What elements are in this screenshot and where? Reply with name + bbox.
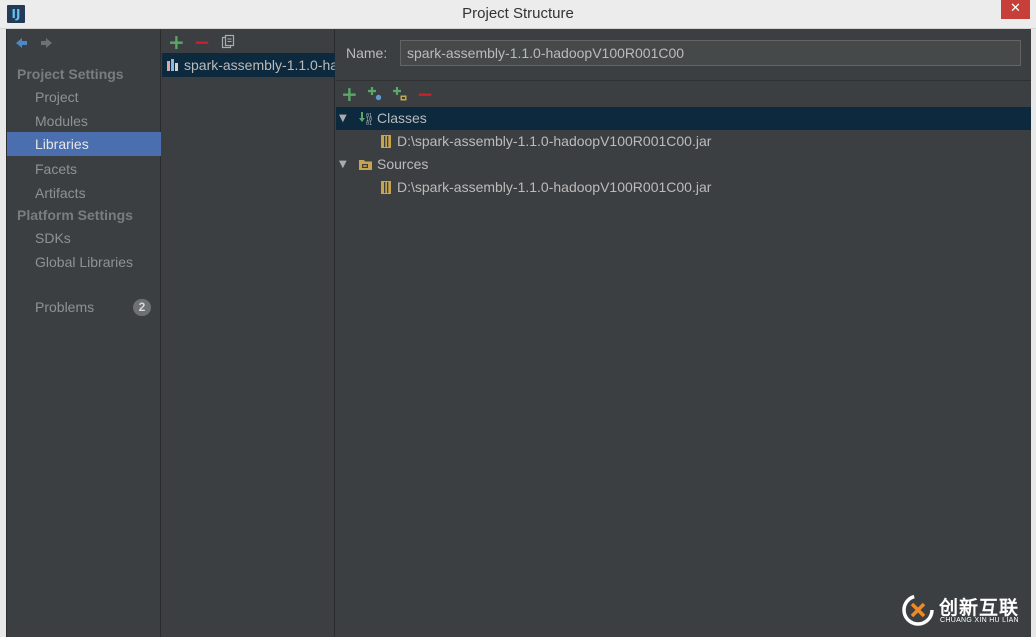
tree-node-classes-jar[interactable]: D:\spark-assembly-1.1.0-hadoopV100R001C0… [336,130,1031,153]
back-arrow-icon[interactable] [13,35,29,51]
sources-folder-icon [358,157,373,172]
add-root-button[interactable]: + [341,84,358,104]
library-detail-panel: Name: + − ▼ [336,29,1031,637]
window-title: Project Structure [462,5,574,22]
watermark-logo [902,594,934,626]
nav-item-modules[interactable]: Modules [7,109,161,133]
tree-node-sources-jar[interactable]: D:\spark-assembly-1.1.0-hadoopV100R001C0… [336,176,1031,199]
library-icon [167,59,178,71]
problems-count-badge: 2 [133,299,151,316]
library-list-panel: + − spark-assembly-1.1.0-hadoopV100R001C… [162,29,335,637]
jar-icon [379,134,394,149]
watermark-en: CHUANG XIN HU LIAN [940,617,1019,624]
add-jar-directory-icon[interactable] [392,86,408,102]
expand-triangle-icon[interactable]: ▼ [339,153,351,176]
add-library-button[interactable]: + [168,32,185,52]
remove-library-button[interactable]: − [194,32,211,52]
watermark-cn: 创新互联 [939,597,1020,619]
close-button[interactable]: ✕ [1001,0,1030,19]
name-field-label: Name: [346,45,388,61]
settings-nav: Project Settings Project Modules Librari… [7,29,161,637]
tree-node-sources-jar-label: D:\spark-assembly-1.1.0-hadoopV100R001C0… [397,179,712,195]
platform-settings-header: Platform Settings [17,207,133,223]
tree-node-classes-jar-label: D:\spark-assembly-1.1.0-hadoopV100R001C0… [397,133,712,149]
copy-library-icon[interactable] [220,34,236,50]
forward-arrow-icon[interactable] [39,35,55,51]
roots-toolbar: + − [341,84,434,104]
library-list-item-label: spark-assembly-1.1.0-hadoopV100R001C00 [184,57,335,73]
library-list-toolbar: + − [168,32,236,52]
nav-history-toolbar [13,35,55,53]
watermark: 创新互联 CHUANG XIN HU LIAN [899,591,1034,631]
library-list-item[interactable]: spark-assembly-1.1.0-hadoopV100R001C00 [162,53,335,77]
remove-root-button[interactable]: − [417,84,434,104]
nav-item-libraries[interactable]: Libraries [7,132,161,156]
nav-item-facets[interactable]: Facets [7,157,161,181]
divider [336,80,1031,81]
jar-icon [379,180,394,195]
expand-triangle-icon[interactable]: ▼ [339,107,351,130]
svg-text:01: 01 [366,121,372,126]
title-bar: IJ Project Structure ✕ [0,0,1036,29]
tree-node-classes-label: Classes [377,110,427,126]
nav-item-artifacts[interactable]: Artifacts [7,181,161,205]
nav-item-global-libraries[interactable]: Global Libraries [7,250,161,274]
classes-icon: 01 10 01 [358,111,373,126]
project-structure-dialog: Project Settings Project Modules Librari… [6,29,1031,637]
library-name-input[interactable] [400,40,1021,66]
tree-node-sources-label: Sources [377,156,429,172]
nav-item-sdks[interactable]: SDKs [7,226,161,250]
nav-item-project[interactable]: Project [7,85,161,109]
tree-node-sources[interactable]: ▼ Sources [336,153,1031,176]
problems-label: Problems [35,299,95,315]
project-settings-header: Project Settings [17,66,124,82]
tree-node-classes[interactable]: ▼ 01 10 01 Classes [336,107,1031,130]
add-classes-icon[interactable] [367,86,383,102]
nav-item-problems[interactable]: Problems 2 [7,295,161,319]
